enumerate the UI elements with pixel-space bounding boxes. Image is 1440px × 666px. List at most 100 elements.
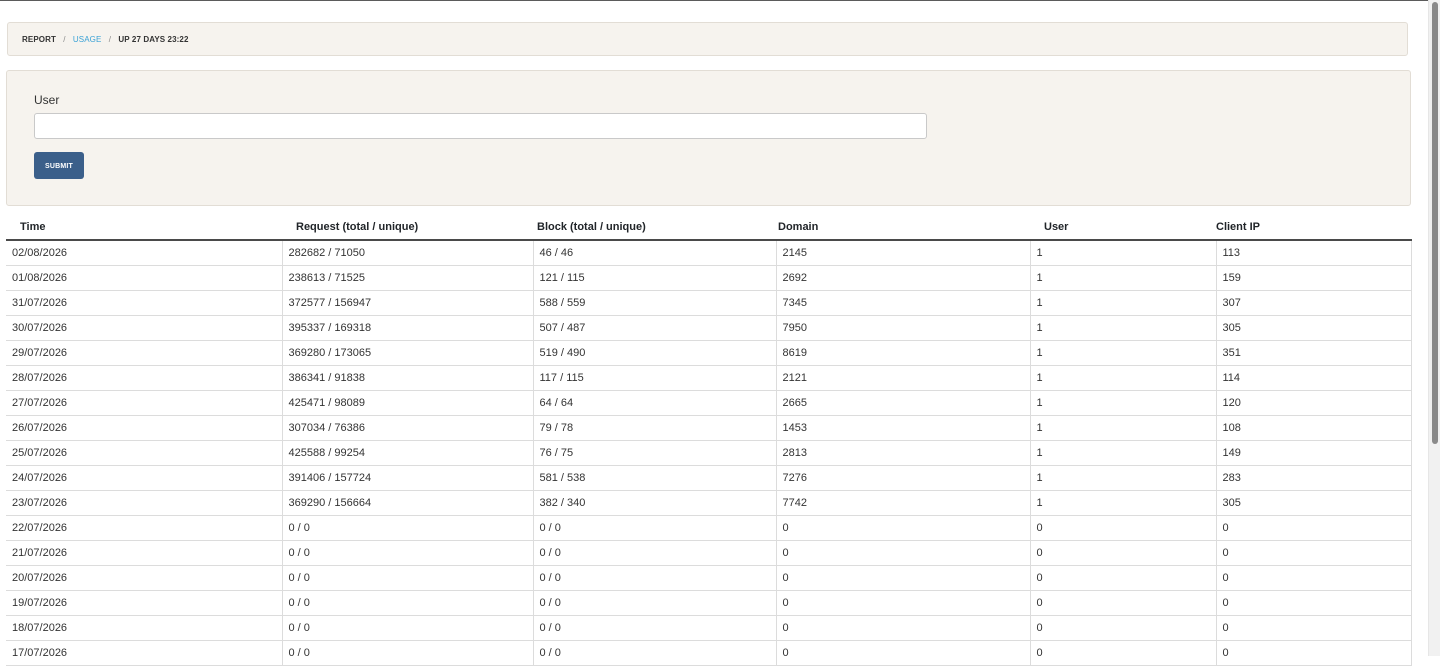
cell-user: 0 — [1030, 640, 1217, 666]
table-row: 30/07/2026 395337 / 169318 507 / 487 7950 1 3… — [6, 315, 1412, 341]
cell-request: 386341 / 91838 — [282, 365, 534, 391]
uptime-text: UP 27 DAYS 23:22 — [118, 35, 189, 44]
breadcrumb-report[interactable]: REPORT — [22, 35, 56, 44]
cell-user: 1 — [1030, 240, 1217, 266]
cell-request: 369290 / 156664 — [282, 490, 534, 516]
cell-user: 1 — [1030, 365, 1217, 391]
cell-client-ip: 283 — [1216, 465, 1412, 491]
cell-block: 117 / 115 — [533, 365, 777, 391]
table-row: 20/07/2026 0 / 00 / 0000 — [6, 565, 1412, 591]
cell-request: 0 / 0 — [282, 615, 534, 641]
table-row: 23/07/2026 369290 / 156664 382 / 340 7742 1 3… — [6, 490, 1412, 516]
cell-user: 1 — [1030, 290, 1217, 316]
table-row: 01/08/2026 238613 / 71525 121 / 115 2692 1 15… — [6, 265, 1412, 291]
cell-time: 29/07/2026 — [6, 340, 283, 366]
cell-request: 0 / 0 — [282, 565, 534, 591]
cell-time: 17/07/2026 — [6, 640, 283, 666]
cell-time: 19/07/2026 — [6, 590, 283, 616]
column-header-client-ip[interactable]: Client IP — [1216, 214, 1411, 241]
cell-request: 0 / 0 — [282, 515, 534, 541]
table-row: 28/07/2026 386341 / 91838 117 / 115 2121 1 11… — [6, 365, 1412, 391]
cell-user: 1 — [1030, 390, 1217, 416]
column-header-time[interactable]: Time — [6, 214, 282, 241]
table-row: 17/07/2026 0 / 00 / 0000 — [6, 640, 1412, 666]
cell-user: 1 — [1030, 340, 1217, 366]
cell-request: 307034 / 76386 — [282, 415, 534, 441]
cell-request: 0 / 0 — [282, 590, 534, 616]
cell-user: 0 — [1030, 515, 1217, 541]
column-header-request[interactable]: Request (total / unique) — [282, 214, 533, 241]
cell-time: 01/08/2026 — [6, 265, 283, 291]
cell-domain: 7742 — [776, 490, 1031, 516]
cell-client-ip: 0 — [1216, 540, 1412, 566]
user-filter-form: User SUBMIT — [6, 70, 1411, 206]
cell-time: 18/07/2026 — [6, 615, 283, 641]
table-row: 22/07/2026 0 / 00 / 0000 — [6, 515, 1412, 541]
cell-block: 507 / 487 — [533, 315, 777, 341]
cell-domain: 2145 — [776, 240, 1031, 266]
cell-client-ip: 305 — [1216, 315, 1412, 341]
cell-time: 22/07/2026 — [6, 515, 283, 541]
cell-domain: 7345 — [776, 290, 1031, 316]
cell-block: 46 / 46 — [533, 240, 777, 266]
cell-time: 20/07/2026 — [6, 565, 283, 591]
breadcrumb-separator: / — [108, 35, 112, 44]
cell-user: 1 — [1030, 265, 1217, 291]
cell-domain: 0 — [776, 515, 1031, 541]
cell-client-ip: 108 — [1216, 415, 1412, 441]
cell-client-ip: 0 — [1216, 615, 1412, 641]
cell-block: 76 / 75 — [533, 440, 777, 466]
cell-client-ip: 0 — [1216, 515, 1412, 541]
cell-client-ip: 0 — [1216, 565, 1412, 591]
cell-user: 1 — [1030, 415, 1217, 441]
cell-client-ip: 149 — [1216, 440, 1412, 466]
cell-time: 25/07/2026 — [6, 440, 283, 466]
cell-request: 238613 / 71525 — [282, 265, 534, 291]
cell-domain: 1453 — [776, 415, 1031, 441]
cell-time: 31/07/2026 — [6, 290, 283, 316]
table-row: 19/07/2026 0 / 00 / 0000 — [6, 590, 1412, 616]
cell-block: 519 / 490 — [533, 340, 777, 366]
scrollbar-thumb[interactable] — [1432, 2, 1438, 444]
column-header-block[interactable]: Block (total / unique) — [533, 214, 776, 241]
cell-domain: 0 — [776, 615, 1031, 641]
breadcrumb-usage[interactable]: USAGE — [73, 35, 102, 44]
breadcrumb-separator: / — [63, 35, 66, 44]
cell-block: 0 / 0 — [533, 540, 777, 566]
cell-time: 23/07/2026 — [6, 490, 283, 516]
cell-request: 0 / 0 — [282, 640, 534, 666]
cell-time: 27/07/2026 — [6, 390, 283, 416]
cell-block: 0 / 0 — [533, 515, 777, 541]
cell-domain: 8619 — [776, 340, 1031, 366]
cell-domain: 0 — [776, 640, 1031, 666]
cell-client-ip: 114 — [1216, 365, 1412, 391]
cell-block: 0 / 0 — [533, 590, 777, 616]
column-header-domain[interactable]: Domain — [776, 214, 1030, 241]
cell-block: 0 / 0 — [533, 640, 777, 666]
cell-domain: 2665 — [776, 390, 1031, 416]
cell-client-ip: 0 — [1216, 640, 1412, 666]
table-row: 24/07/2026 391406 / 157724 581 / 538 7276 1 2… — [6, 465, 1412, 491]
submit-button[interactable]: SUBMIT — [34, 152, 84, 179]
cell-block: 121 / 115 — [533, 265, 777, 291]
table-row: 26/07/2026 307034 / 76386 79 / 78 1453 1 108 — [6, 415, 1412, 441]
cell-user: 1 — [1030, 315, 1217, 341]
cell-client-ip: 113 — [1216, 240, 1412, 266]
cell-client-ip: 305 — [1216, 490, 1412, 516]
cell-time: 28/07/2026 — [6, 365, 283, 391]
table-body: 02/08/2026 282682 / 71050 46 / 46 2145 1 113 0… — [6, 240, 1412, 666]
cell-block: 0 / 0 — [533, 615, 777, 641]
table-row: 31/07/2026 372577 / 156947 588 / 559 7345 1 3… — [6, 290, 1412, 316]
column-header-user[interactable]: User — [1030, 214, 1216, 241]
cell-time: 26/07/2026 — [6, 415, 283, 441]
user-input[interactable] — [34, 113, 927, 139]
cell-domain: 0 — [776, 540, 1031, 566]
cell-time: 30/07/2026 — [6, 315, 283, 341]
cell-time: 21/07/2026 — [6, 540, 283, 566]
cell-request: 391406 / 157724 — [282, 465, 534, 491]
cell-user: 1 — [1030, 490, 1217, 516]
cell-user: 0 — [1030, 615, 1217, 641]
cell-client-ip: 351 — [1216, 340, 1412, 366]
user-label: User — [34, 93, 60, 107]
cell-client-ip: 0 — [1216, 590, 1412, 616]
